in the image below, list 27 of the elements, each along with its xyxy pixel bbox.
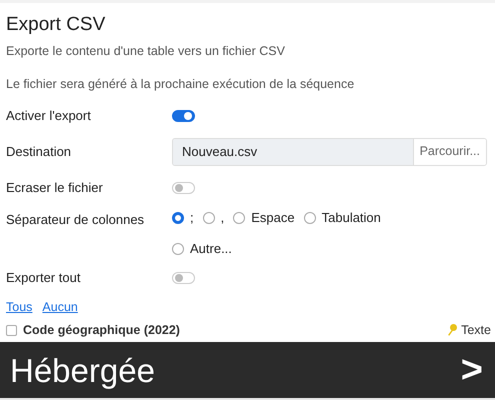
field-label: Ecraser le fichier xyxy=(6,178,104,197)
radio-button[interactable] xyxy=(172,212,184,224)
option-label: Espace xyxy=(251,209,295,228)
option-label: , xyxy=(220,209,224,228)
column-type: Texte xyxy=(461,322,491,339)
select-link[interactable]: Tous xyxy=(6,298,32,316)
key-icon xyxy=(448,324,458,336)
note: Le fichier sera généré à la prochaine exécution de la séquence xyxy=(6,76,356,93)
toggle-switch[interactable] xyxy=(172,110,195,122)
field-label: Destination xyxy=(6,142,72,160)
description: Exporte le contenu d'une table vers un fichier CSV xyxy=(6,43,286,60)
radio-button[interactable] xyxy=(233,212,246,224)
field-label: Exporter tout xyxy=(6,268,82,287)
column-name: Code géographique (2022) xyxy=(23,322,181,339)
option-label: Tabulation xyxy=(322,209,381,228)
checkbox[interactable] xyxy=(6,324,17,336)
next-arrow[interactable]: > xyxy=(460,351,483,389)
radio-button[interactable] xyxy=(304,212,316,224)
field-label: Séparateur de colonnes xyxy=(6,210,146,229)
radio-button[interactable] xyxy=(172,243,184,255)
banner-title: Hébergée xyxy=(10,354,155,386)
field-label: Activer l'export xyxy=(6,106,92,125)
option-label: Autre... xyxy=(190,240,232,258)
option-label: ; xyxy=(190,209,194,228)
select-link[interactable]: Aucun xyxy=(42,298,78,316)
page-title: Export CSV xyxy=(6,13,106,37)
radio-button[interactable] xyxy=(202,212,215,224)
